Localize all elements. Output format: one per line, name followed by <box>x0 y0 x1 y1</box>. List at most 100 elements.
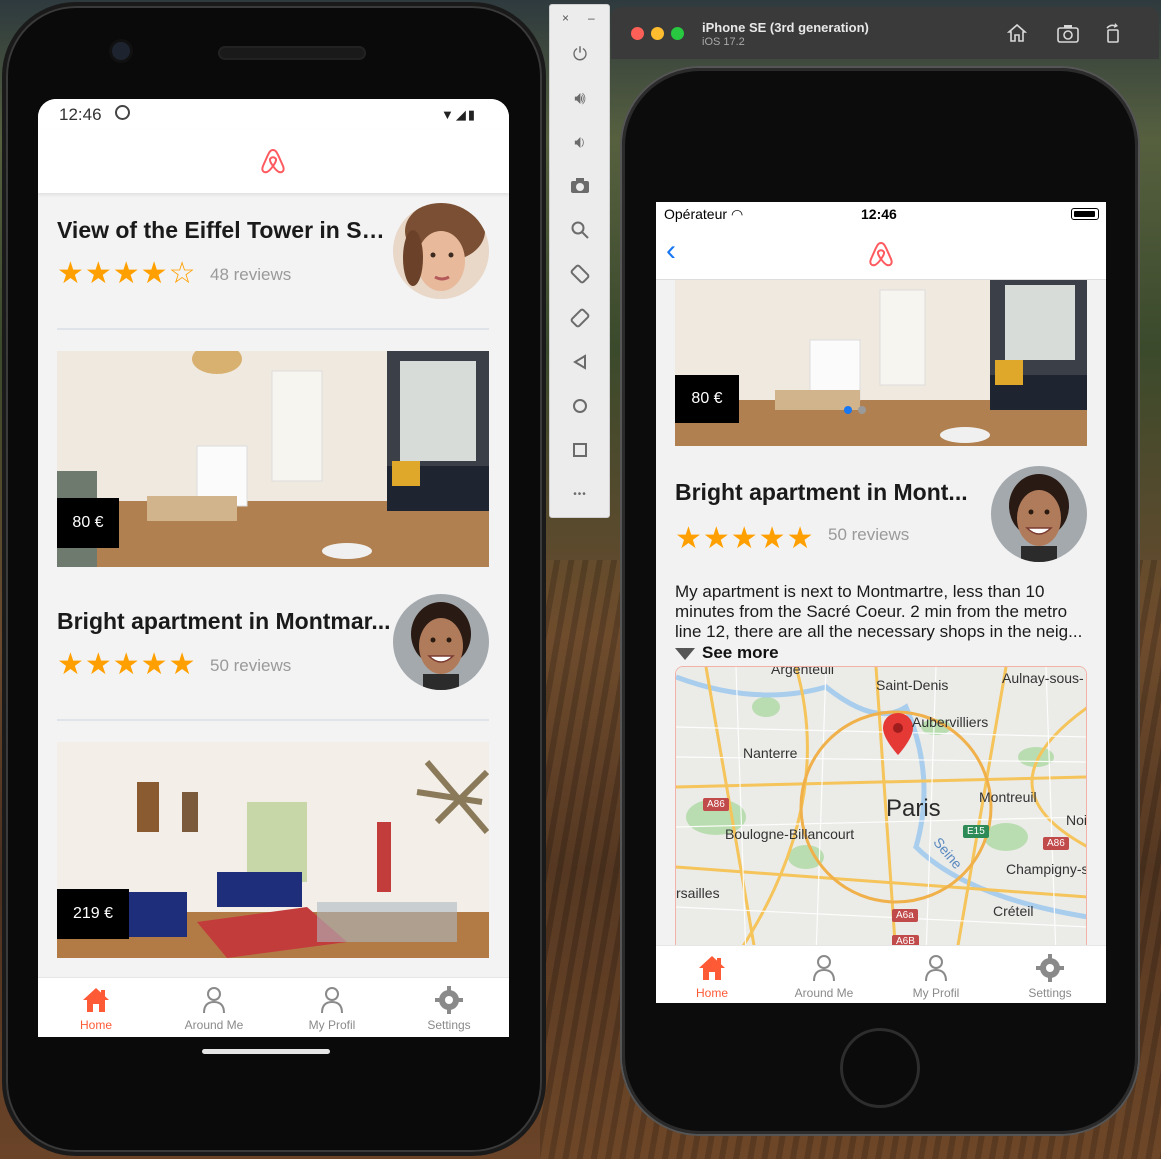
home-icon[interactable] <box>1006 23 1028 48</box>
wifi-icon: ◠ <box>730 206 744 222</box>
person-icon <box>321 987 343 1014</box>
signal-battery-icon: ▼◢▮ <box>440 107 477 122</box>
rating-stars: ★★★★★ <box>675 522 815 555</box>
tab-around-me[interactable]: Around Me <box>788 954 860 1000</box>
tab-label: Around Me <box>794 986 854 1000</box>
tab-label: Home <box>695 986 728 1000</box>
android-screen: 12:46 ▼◢▮ View of the Eiffel Tower in Sa… <box>38 99 509 1037</box>
caret-down-icon <box>675 648 695 660</box>
carousel-dot[interactable] <box>858 406 866 414</box>
map-label-city: Paris <box>886 795 941 822</box>
listing-photo[interactable]: 80 € <box>57 351 489 567</box>
review-count: 50 reviews <box>828 525 910 544</box>
see-more-button[interactable]: See more <box>675 643 779 663</box>
divider <box>57 719 489 721</box>
tab-label: My Profil <box>308 1018 356 1032</box>
road-badge: A6a <box>892 909 918 922</box>
map-label: Montreuil <box>979 789 1037 805</box>
tab-my-profil[interactable]: My Profil <box>296 986 368 1032</box>
map-label: Aubervilliers <box>912 714 989 730</box>
android-tab-bar: Home Around Me My Profil Settings <box>38 977 509 1037</box>
price-tag: 80 € <box>675 375 739 423</box>
road-badge: A86 <box>703 798 729 811</box>
tab-my-profil[interactable]: My Profil <box>900 954 972 1000</box>
minimize-window-button[interactable] <box>651 27 664 40</box>
listing-photo[interactable]: 219 € <box>57 742 489 958</box>
map-label: rsailles <box>676 885 720 901</box>
close-icon[interactable]: × <box>562 11 569 25</box>
tab-settings[interactable]: Settings <box>419 986 479 1032</box>
ios-screen: Opérateur ◠ 12:46 ‹ 80 € Bright apartmen… <box>656 202 1106 1003</box>
rating-stars: ★★★★★ <box>57 648 197 681</box>
notification-icon <box>115 105 130 120</box>
tab-settings[interactable]: Settings <box>1018 954 1082 1000</box>
more-icon[interactable]: ••• <box>567 481 593 507</box>
review-count: 50 reviews <box>210 656 292 675</box>
android-device-frame: 12:46 ▼◢▮ View of the Eiffel Tower in Sa… <box>6 6 542 1152</box>
tab-label: Around Me <box>184 1018 244 1032</box>
tab-label: Home <box>79 1018 112 1032</box>
minimize-icon[interactable]: – <box>588 11 595 25</box>
os-version: iOS 17.2 <box>702 36 745 48</box>
status-time: 12:46 <box>59 105 102 124</box>
gear-icon <box>1036 954 1064 982</box>
home-button[interactable] <box>840 1028 920 1108</box>
close-window-button[interactable] <box>631 27 644 40</box>
listing-description: My apartment is next to Montmartre, less… <box>675 582 1083 641</box>
overview-icon[interactable] <box>567 437 593 463</box>
android-status-bar: 12:46 ▼◢▮ <box>38 99 509 129</box>
map-label: Aulnay-sous- <box>1002 670 1084 686</box>
home-circle-icon[interactable] <box>567 393 593 419</box>
simulator-title-bar: iPhone SE (3rd generation) iOS 17.2 <box>611 7 1159 59</box>
tab-label: Settings <box>427 1018 471 1032</box>
host-avatar[interactable] <box>991 466 1087 562</box>
carrier-label: Opérateur ◠ <box>664 206 744 222</box>
app-header <box>38 129 509 193</box>
tab-around-me[interactable]: Around Me <box>178 986 250 1032</box>
screenshot-icon[interactable] <box>1057 23 1079 48</box>
map-label: Nanterre <box>743 745 798 761</box>
listing-photo-carousel[interactable]: 80 € <box>675 280 1087 446</box>
tab-label: Settings <box>1028 986 1072 1000</box>
rotate-icon[interactable] <box>1103 23 1123 48</box>
ios-nav-bar: ‹ <box>656 226 1106 280</box>
listing-feed[interactable]: View of the Eiffel Tower in Sa... ★★★★☆ … <box>38 195 509 977</box>
back-chevron-icon[interactable]: ‹ <box>666 236 676 266</box>
carousel-dot-active[interactable] <box>844 406 852 414</box>
map-label: Argenteuil <box>771 666 835 677</box>
zoom-icon[interactable] <box>567 217 593 243</box>
ios-tab-bar: Home Around Me My Profil Settings <box>656 945 1106 1003</box>
host-avatar[interactable] <box>393 594 489 690</box>
map-label: Créteil <box>993 903 1034 919</box>
tab-label: My Profil <box>912 986 960 1000</box>
rating-stars: ★★★★☆ <box>57 257 197 290</box>
map-label: Saint-Denis <box>876 677 949 693</box>
android-gesture-bar[interactable] <box>202 1049 330 1054</box>
volume-up-icon[interactable]: 🔊︎ <box>567 85 593 111</box>
listing-title[interactable]: View of the Eiffel Tower in Sa... <box>57 217 392 244</box>
rotate-left-icon[interactable] <box>567 261 593 287</box>
emulator-toolbar: × – ⏻ 🔊︎ 🔉︎ ••• <box>549 4 610 518</box>
rotate-right-icon[interactable] <box>567 305 593 331</box>
ios-status-bar: Opérateur ◠ 12:46 <box>656 202 1106 226</box>
camera-icon[interactable] <box>567 173 593 199</box>
host-avatar[interactable] <box>393 203 489 299</box>
location-map[interactable]: Argenteuil Saint-Denis Aulnay-sous- Aube… <box>675 666 1087 956</box>
tab-home[interactable]: Home <box>66 986 126 1032</box>
airbnb-logo-icon <box>261 148 285 174</box>
map-pin-icon[interactable] <box>881 711 915 757</box>
person-icon <box>813 955 835 982</box>
listing-title[interactable]: Bright apartment in Montmar... <box>57 608 392 635</box>
back-icon[interactable] <box>567 349 593 375</box>
power-icon[interactable]: ⏻ <box>567 41 593 67</box>
road-badge: E15 <box>963 825 989 838</box>
zoom-window-button[interactable] <box>671 27 684 40</box>
airbnb-logo-icon <box>869 241 893 267</box>
volume-down-icon[interactable]: 🔉︎ <box>567 129 593 155</box>
review-count: 48 reviews <box>210 265 292 284</box>
battery-icon <box>1071 208 1099 220</box>
person-icon <box>203 987 225 1014</box>
listing-title: Bright apartment in Mont... <box>675 479 968 505</box>
tab-home[interactable]: Home <box>682 954 742 1000</box>
map-label: Noi <box>1066 812 1087 828</box>
